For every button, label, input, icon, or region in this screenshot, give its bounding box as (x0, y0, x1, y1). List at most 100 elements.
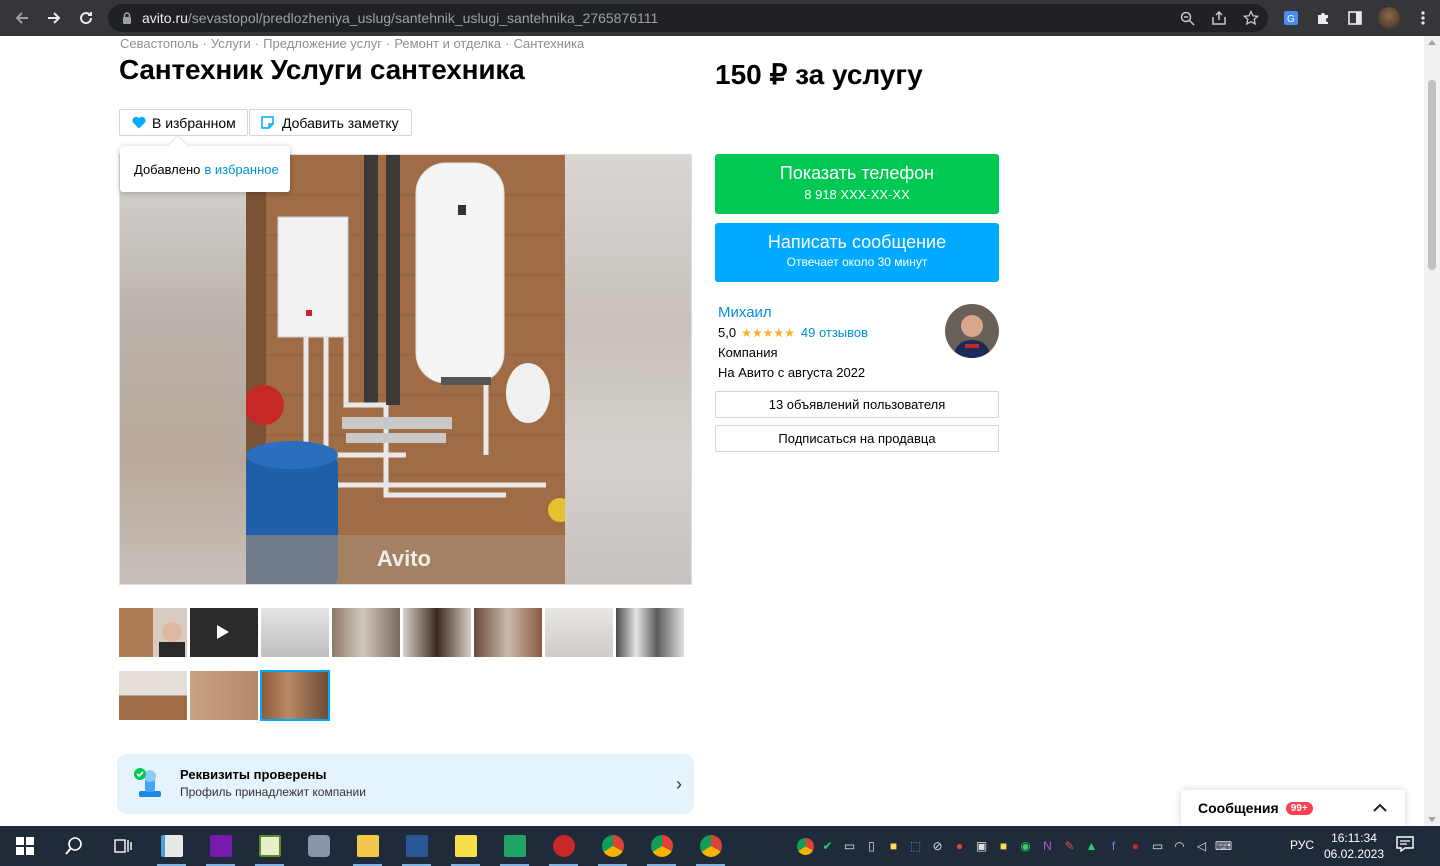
translate-icon[interactable]: G (1282, 9, 1300, 27)
response-time: Отвечает около 30 минут (786, 255, 928, 269)
thumbnail-gallery (119, 608, 699, 734)
favorite-tooltip: Добавлено в избранное (120, 146, 290, 192)
scroll-up-icon[interactable] (1428, 40, 1436, 45)
chevron-up-icon[interactable] (1373, 800, 1387, 816)
profile-avatar[interactable] (1378, 7, 1400, 29)
triangle-icon[interactable]: ▲ (1083, 838, 1100, 855)
breadcrumb-item[interactable]: Севастополь (120, 36, 199, 51)
gallery-thumbnail[interactable] (474, 608, 542, 657)
task-view-icon[interactable] (98, 826, 147, 866)
sticky-notes-icon[interactable] (441, 826, 490, 866)
sync-icon[interactable]: ⊘ (929, 838, 946, 855)
reviews-link[interactable]: 49 отзывов (801, 325, 868, 340)
gallery-thumbnail-selected[interactable] (260, 670, 330, 721)
chart-app-icon[interactable] (245, 826, 294, 866)
notepad-app-icon[interactable] (147, 826, 196, 866)
video-thumbnail[interactable] (190, 608, 258, 657)
gallery-thumbnail[interactable] (545, 608, 613, 657)
favorites-link[interactable]: в избранное (204, 162, 278, 177)
bookmark-star-icon[interactable] (1242, 9, 1260, 27)
fx-icon[interactable]: f (1105, 838, 1122, 855)
scroll-down-icon[interactable] (1428, 817, 1436, 822)
gallery-thumbnail[interactable] (616, 608, 684, 657)
heart-icon (132, 116, 146, 129)
search-icon[interactable] (49, 826, 98, 866)
breadcrumb-item[interactable]: Сантехника (513, 36, 584, 51)
shield-icon[interactable]: ✔ (819, 838, 836, 855)
windows-start-icon[interactable] (0, 826, 49, 866)
zoom-icon[interactable] (1178, 9, 1196, 27)
breadcrumb-item[interactable]: Услуги (211, 36, 251, 51)
network-app-icon[interactable]: ◉ (1017, 838, 1034, 855)
app-red-tray-icon[interactable]: ● (1127, 838, 1144, 855)
document-icon[interactable]: ▯ (863, 838, 880, 855)
subscribe-seller-button[interactable]: Подписаться на продавца (715, 425, 999, 452)
tray-app-icon[interactable] (797, 837, 814, 855)
verified-title: Реквизиты проверены (180, 767, 327, 782)
show-phone-button[interactable]: Показать телефон 8 918 XXX-XX-XX (715, 154, 999, 214)
avito-watermark: Avito (376, 546, 431, 571)
chevron-right-icon: › (676, 774, 682, 794)
monitor-icon[interactable]: ▭ (841, 838, 858, 855)
gallery-thumbnail[interactable] (261, 608, 329, 657)
chrome-tray-icon[interactable]: ● (951, 838, 968, 855)
verified-banner[interactable]: Реквизиты проверены Профиль принадлежит … (117, 754, 694, 814)
volume-icon[interactable]: ◁ (1193, 838, 1210, 855)
notifications-icon[interactable] (1396, 836, 1414, 857)
seller-ads-button[interactable]: 13 объявлений пользователя (715, 391, 999, 418)
keyboard-icon[interactable]: ⌨ (1215, 838, 1232, 855)
photo-blur-right (565, 155, 691, 584)
gallery-thumbnail[interactable] (190, 671, 258, 720)
input-language[interactable]: РУС (1290, 838, 1314, 852)
extensions-icon[interactable] (1314, 9, 1332, 27)
address-bar[interactable]: avito.ru/sevastopol/predlozheniya_uslug/… (108, 4, 1268, 32)
messages-label: Сообщения (1198, 800, 1279, 816)
svg-text:G: G (1287, 14, 1295, 25)
tool-icon[interactable]: ✎ (1061, 838, 1078, 855)
scrollbar-thumb[interactable] (1428, 80, 1436, 270)
battery-icon[interactable]: ▭ (1149, 838, 1166, 855)
seller-avatar[interactable] (945, 304, 999, 358)
settings-app-icon[interactable] (294, 826, 343, 866)
back-icon[interactable] (6, 2, 38, 34)
snip-icon[interactable]: ⬚ (907, 838, 924, 855)
chrome-icon[interactable] (686, 826, 735, 866)
tooltip-text: Добавлено (134, 161, 201, 177)
taskbar: ✔ ▭ ▯ ■ ⬚ ⊘ ● ▣ ■ ◉ N ✎ ▲ f ● ▭ ◠ ◁ ⌨ РУ… (0, 826, 1440, 866)
browser-toolbar: avito.ru/sevastopol/predlozheniya_uslug/… (0, 0, 1440, 36)
word-app-icon[interactable] (392, 826, 441, 866)
onenote-tray-icon[interactable]: N (1039, 838, 1056, 855)
gallery-thumbnail[interactable] (119, 671, 187, 720)
chrome-icon[interactable] (588, 826, 637, 866)
write-message-button[interactable]: Написать сообщение Отвечает около 30 мин… (715, 223, 999, 282)
sticky-tray-icon[interactable]: ■ (995, 838, 1012, 855)
reload-icon[interactable] (70, 2, 102, 34)
window-icon[interactable]: ▣ (973, 838, 990, 855)
forward-icon[interactable] (38, 2, 70, 34)
add-note-button[interactable]: Добавить заметку (249, 109, 412, 136)
menu-dots-icon[interactable] (1414, 9, 1432, 27)
gallery-thumbnail[interactable] (119, 608, 187, 657)
share-icon[interactable] (1210, 9, 1228, 27)
system-clock[interactable]: 16:11:34 06.02.2023 (1322, 830, 1386, 862)
seller-since: На Авито с августа 2022 (718, 365, 866, 380)
gallery-thumbnail[interactable] (332, 608, 400, 657)
wifi-icon[interactable]: ◠ (1171, 838, 1188, 855)
messages-widget[interactable]: Сообщения 99+ (1181, 790, 1405, 826)
onenote-app-icon[interactable] (196, 826, 245, 866)
gallery-thumbnail[interactable] (403, 608, 471, 657)
file-explorer-icon[interactable] (343, 826, 392, 866)
side-panel-icon[interactable] (1346, 9, 1364, 27)
app-red-icon[interactable] (539, 826, 588, 866)
notes-icon[interactable]: ■ (885, 838, 902, 855)
favorite-button[interactable]: В избранном (119, 109, 248, 136)
clock-date: 06.02.2023 (1323, 847, 1385, 861)
listing-title: Сантехник Услуги сантехника (119, 54, 525, 85)
breadcrumb-item[interactable]: Ремонт и отделка (394, 36, 501, 51)
page-scrollbar[interactable] (1424, 36, 1440, 826)
chrome-icon[interactable] (637, 826, 686, 866)
sheets-app-icon[interactable] (490, 826, 539, 866)
breadcrumb-item[interactable]: Предложение услуг (263, 36, 382, 51)
main-photo[interactable]: Avito (119, 154, 692, 585)
favorite-label: В избранном (152, 114, 236, 131)
